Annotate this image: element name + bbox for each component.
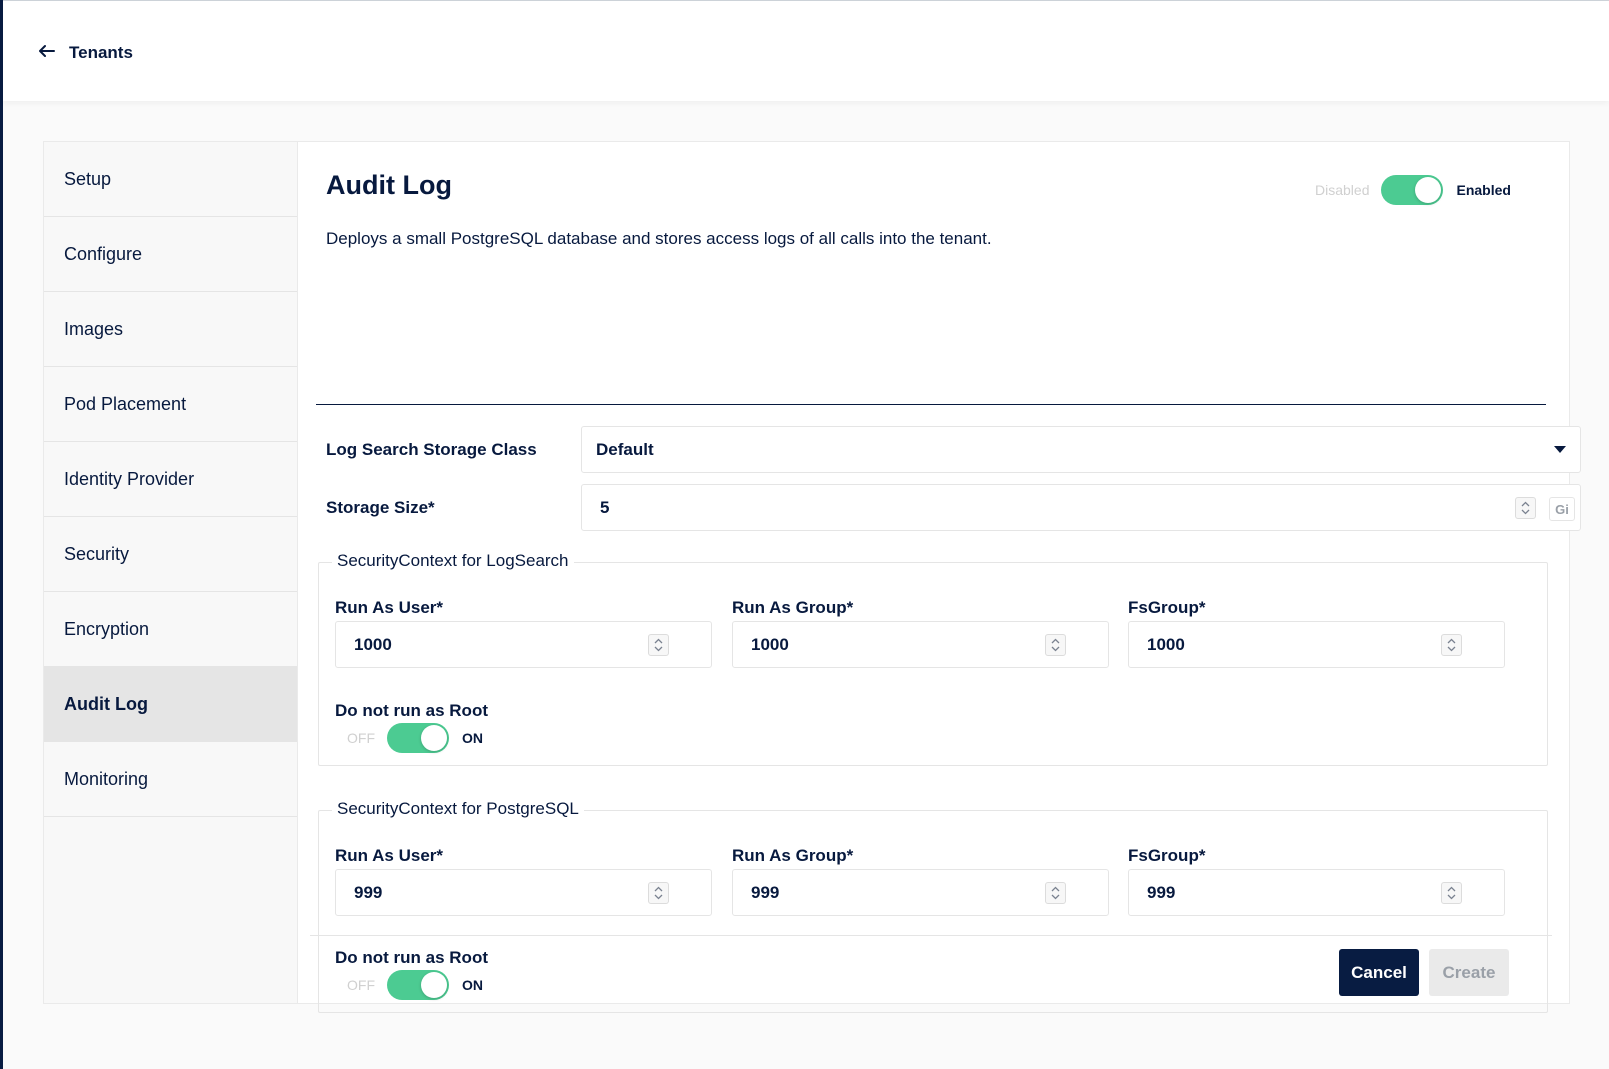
storage-class-select[interactable]: Default	[581, 426, 1581, 473]
run-as-user-input[interactable]: 999	[335, 869, 712, 916]
stepper-icon[interactable]	[1045, 634, 1066, 656]
logsearch-security-context: SecurityContext for LogSearch Run As Use…	[318, 551, 1548, 766]
non-root-toggle-group: OFF ON	[347, 970, 483, 1000]
sidebar-item-label: Monitoring	[64, 768, 149, 789]
storage-class-label: Log Search Storage Class	[326, 440, 537, 459]
run-as-group-value: 999	[751, 882, 780, 902]
toggle-on-label: Enabled	[1456, 182, 1511, 198]
audit-log-enable-switch[interactable]	[1381, 175, 1444, 205]
storage-size-label: Storage Size*	[326, 498, 435, 517]
sidebar-item-label: Audit Log	[64, 693, 148, 714]
sidebar-item-identity-provider[interactable]: Identity Provider	[44, 442, 297, 517]
run-as-group-label: Run As Group*	[732, 846, 854, 865]
create-button[interactable]: Create	[1429, 949, 1509, 996]
toggle-off-label: OFF	[347, 730, 375, 746]
sidebar-item-label: Pod Placement	[64, 393, 187, 414]
stepper-icon[interactable]	[1045, 882, 1066, 904]
sidebar-item-audit-log[interactable]: Audit Log	[44, 667, 297, 742]
fieldset-legend: SecurityContext for PostgreSQL	[332, 799, 584, 819]
page-title: Audit Log	[326, 170, 452, 200]
audit-log-content: Audit Log Disabled Enabled Deploys a sma…	[298, 142, 1581, 1013]
sidebar-item-label: Identity Provider	[64, 468, 195, 489]
sidebar-item-label: Security	[64, 543, 130, 564]
toggle-off-label: OFF	[347, 977, 375, 993]
wizard-sidebar: Setup Configure Images Pod Placement Ide…	[44, 142, 298, 1003]
stepper-icon[interactable]	[1441, 634, 1462, 656]
sidebar-item-encryption[interactable]: Encryption	[44, 592, 297, 667]
fs-group-label: FsGroup*	[1128, 846, 1206, 865]
switch-knob	[421, 725, 447, 751]
run-as-group-input[interactable]: 999	[732, 869, 1109, 916]
sidebar-item-label: Images	[64, 318, 124, 339]
back-to-tenants-link[interactable]: Tenants	[39, 41, 133, 65]
non-root-switch[interactable]	[387, 970, 449, 1000]
page-header: Tenants	[3, 1, 1609, 101]
toggle-on-label: ON	[462, 977, 483, 993]
tenant-wizard-panel: Setup Configure Images Pod Placement Ide…	[43, 141, 1581, 1013]
non-root-label: Do not run as Root	[335, 948, 488, 967]
toggle-on-label: ON	[462, 730, 483, 746]
storage-unit-badge: Gi	[1549, 497, 1575, 521]
run-as-group-input[interactable]: 1000	[732, 621, 1109, 668]
fs-group-label: FsGroup*	[1128, 598, 1206, 617]
section-divider	[316, 404, 1546, 405]
run-as-user-label: Run As User*	[335, 846, 444, 865]
fieldset-legend: SecurityContext for LogSearch	[332, 551, 574, 571]
sidebar-item-label: Setup	[64, 168, 112, 189]
run-as-group-value: 1000	[751, 634, 789, 654]
sidebar-item-label: Encryption	[64, 618, 150, 639]
non-root-toggle-group: OFF ON	[347, 723, 483, 753]
arrow-left-icon	[39, 43, 55, 63]
cancel-button[interactable]: Cancel	[1339, 949, 1419, 996]
run-as-group-label: Run As Group*	[732, 598, 854, 617]
storage-size-value: 5	[600, 497, 610, 517]
sidebar-item-security[interactable]: Security	[44, 517, 297, 592]
fs-group-input[interactable]: 999	[1128, 869, 1505, 916]
section-description: Deploys a small PostgreSQL database and …	[326, 229, 992, 248]
non-root-switch[interactable]	[387, 723, 449, 753]
sidebar-item-setup[interactable]: Setup	[44, 142, 297, 217]
stepper-icon[interactable]	[1441, 882, 1462, 904]
sidebar-item-images[interactable]: Images	[44, 292, 297, 367]
sidebar-item-pod-placement[interactable]: Pod Placement	[44, 367, 297, 442]
fs-group-value: 1000	[1147, 634, 1185, 654]
sidebar-item-configure[interactable]: Configure	[44, 217, 297, 292]
non-root-label: Do not run as Root	[335, 701, 488, 720]
run-as-user-label: Run As User*	[335, 598, 444, 617]
stepper-icon[interactable]	[1515, 497, 1536, 519]
storage-class-value: Default	[596, 439, 654, 459]
run-as-user-input[interactable]: 1000	[335, 621, 712, 668]
switch-knob	[421, 972, 447, 998]
sidebar-item-label: Configure	[64, 243, 143, 264]
stepper-icon[interactable]	[648, 882, 669, 904]
back-link-label: Tenants	[69, 43, 133, 62]
fs-group-value: 999	[1147, 882, 1176, 902]
switch-knob	[1415, 177, 1442, 203]
left-accent-border	[0, 0, 3, 1069]
run-as-user-value: 1000	[354, 634, 392, 654]
stepper-icon[interactable]	[648, 634, 669, 656]
storage-size-input[interactable]: 5 Gi	[581, 484, 1581, 531]
fs-group-input[interactable]: 1000	[1128, 621, 1505, 668]
footer-divider	[310, 935, 1552, 936]
chevron-down-icon	[1554, 446, 1566, 453]
toggle-off-label: Disabled	[1315, 182, 1370, 198]
sidebar-item-monitoring[interactable]: Monitoring	[44, 742, 297, 817]
run-as-user-value: 999	[354, 882, 383, 902]
audit-log-enable-toggle-group: Disabled Enabled	[1315, 175, 1511, 205]
